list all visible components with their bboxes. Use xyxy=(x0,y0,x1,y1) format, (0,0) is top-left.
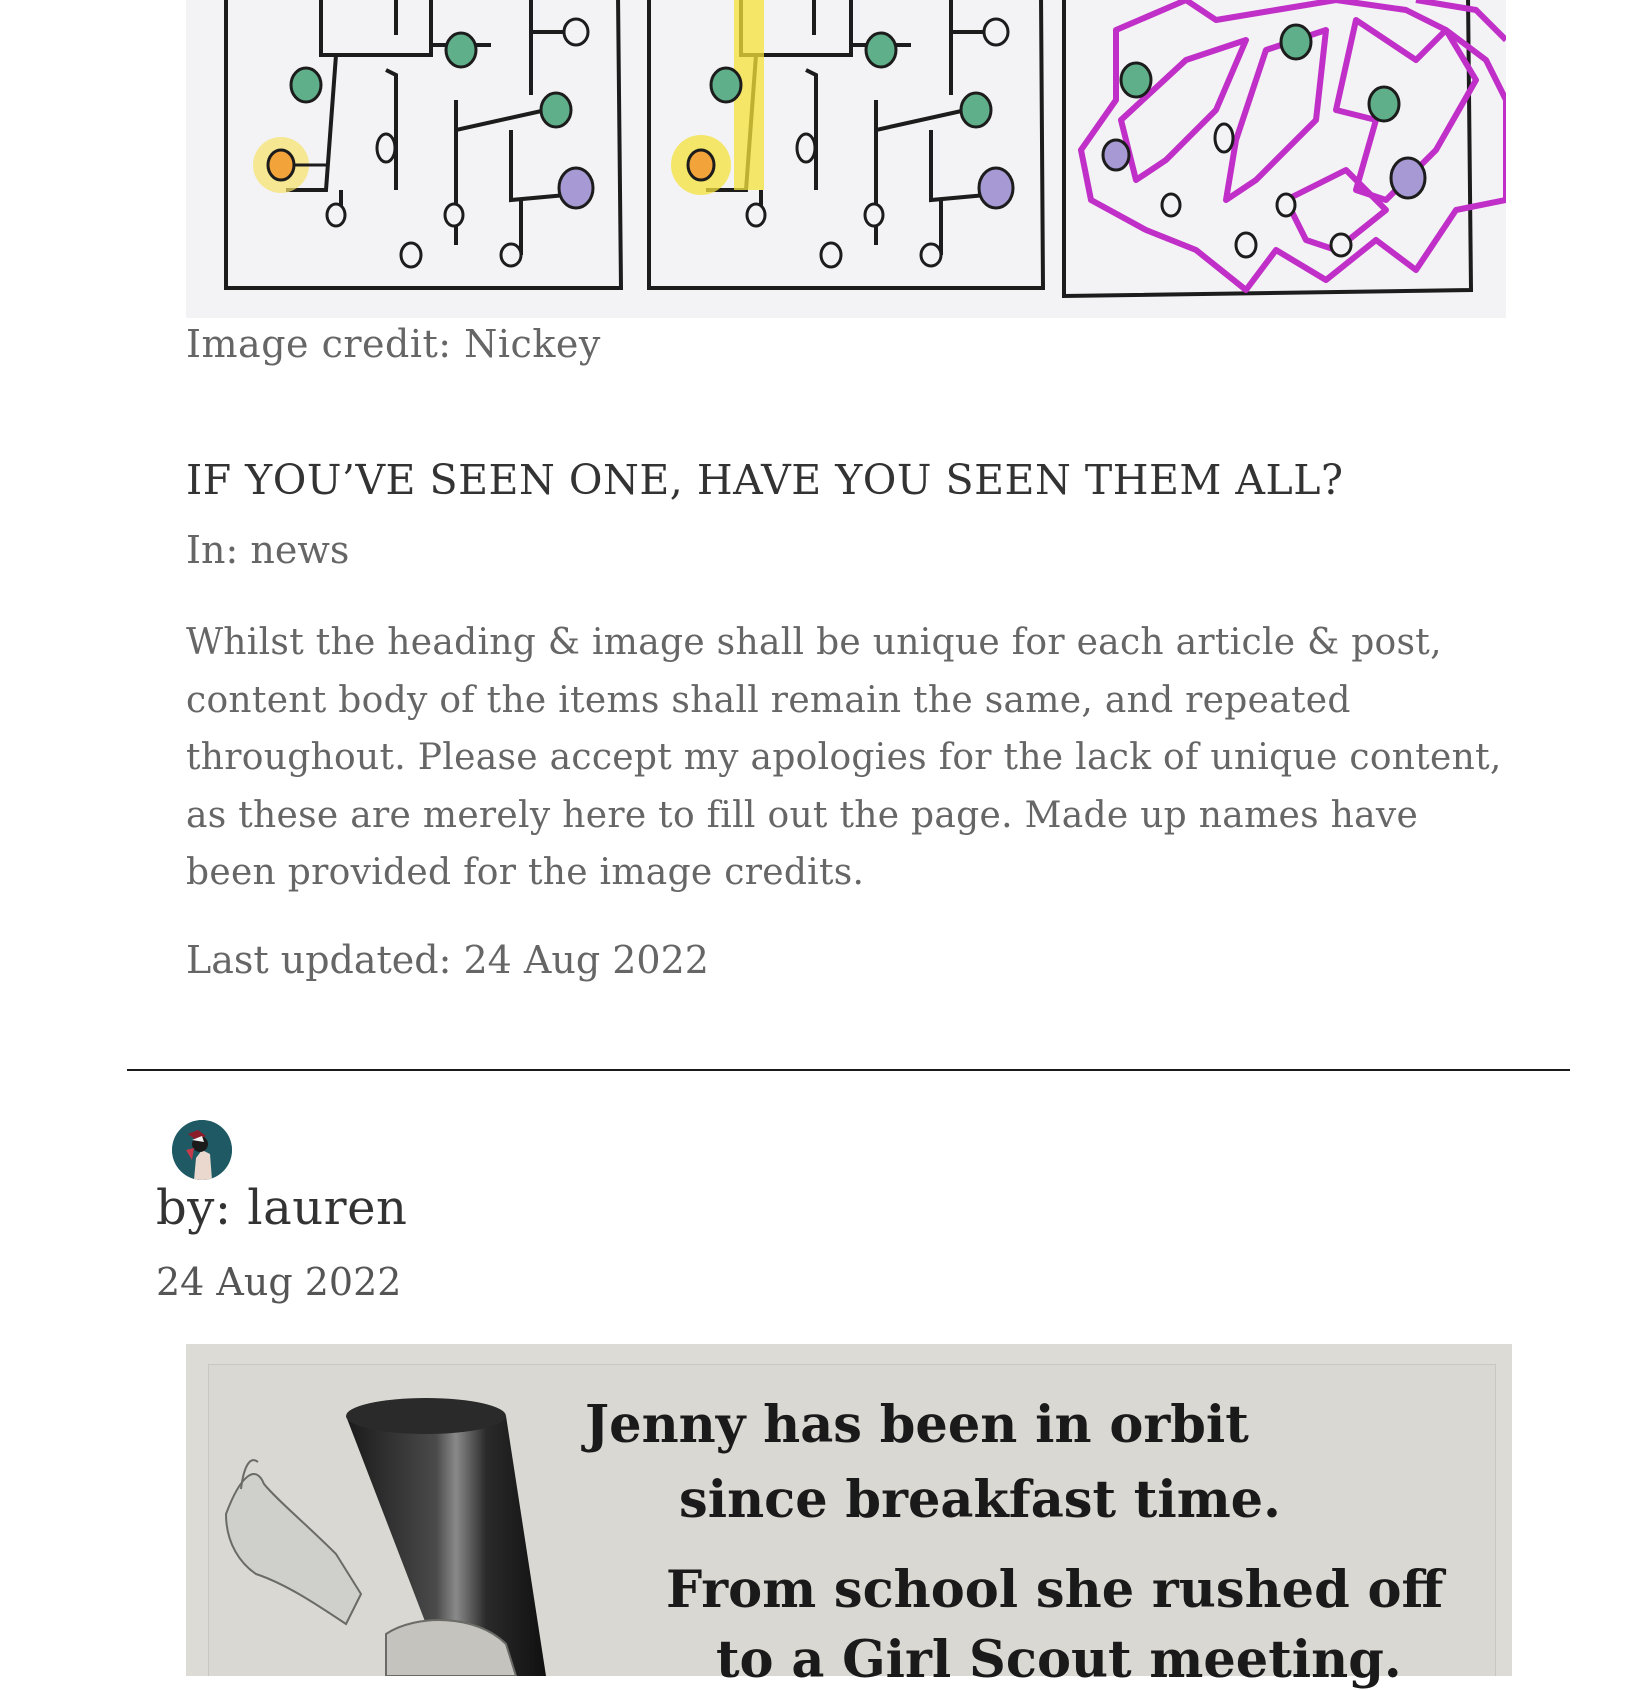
ad-headline-line-2: since breakfast time. xyxy=(679,1470,1281,1530)
image-credit-caption: Image credit: Nickey xyxy=(186,322,601,366)
circuit-diagram-illustration xyxy=(186,0,1506,318)
avatar-portrait-icon xyxy=(172,1120,232,1180)
ad-headline-line-1: Jenny has been in orbit xyxy=(585,1395,1249,1455)
post-date: 24 Aug 2022 xyxy=(156,1260,402,1304)
post-body: Whilst the heading & image shall be uniq… xyxy=(186,622,1502,893)
megaphone-illustration xyxy=(224,1398,546,1676)
post-author[interactable]: by: lauren xyxy=(156,1180,407,1236)
ad-headline-line-3: From school she rushed off xyxy=(666,1560,1444,1620)
last-updated-date: Last updated: 24 Aug 2022 xyxy=(186,938,709,982)
post-image-circuit-illustration xyxy=(186,0,1506,318)
ad-headline-line-4: to a Girl Scout meeting. xyxy=(716,1630,1402,1690)
author-avatar[interactable] xyxy=(172,1120,232,1180)
post-category: In: news xyxy=(186,528,350,572)
post-title[interactable]: IF YOU’VE SEEN ONE, HAVE YOU SEEN THEM A… xyxy=(186,456,1343,504)
post-divider xyxy=(127,1069,1570,1071)
